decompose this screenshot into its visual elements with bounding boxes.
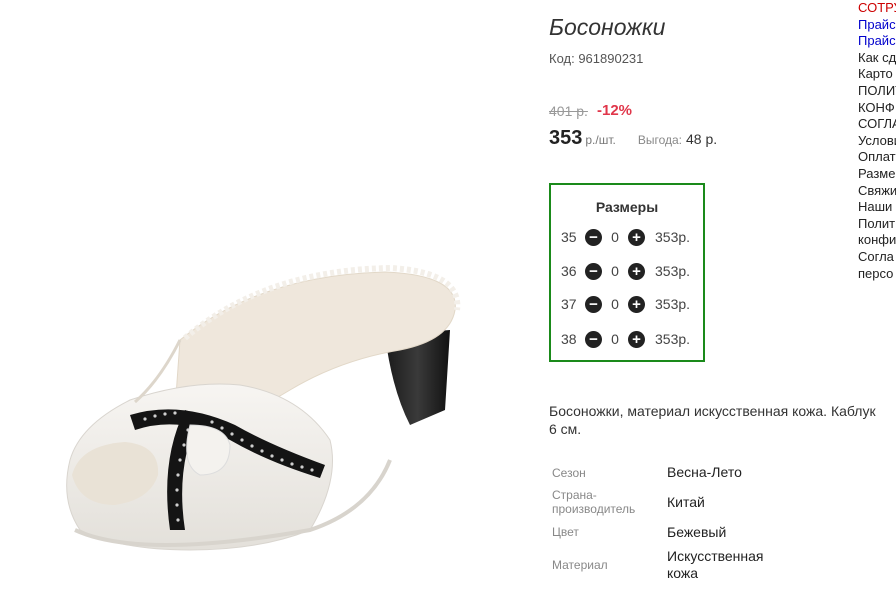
- size-row: 38 − 0 + 353р.: [561, 329, 690, 349]
- benefit-label: Выгода:: [637, 133, 683, 147]
- size-number: 36: [561, 263, 577, 279]
- plus-circle-icon[interactable]: +: [628, 228, 645, 246]
- sidebar-item[interactable]: персо: [858, 266, 896, 283]
- spec-key: Материал: [552, 558, 608, 572]
- spec-key: Сезон: [552, 466, 586, 480]
- spec-key: Цвет: [552, 525, 579, 539]
- size-quantity: 0: [611, 229, 619, 245]
- spec-value: Китай: [667, 494, 705, 510]
- size-row: 36 − 0 + 353р.: [561, 261, 690, 281]
- sidebar-item[interactable]: ПОЛИТ: [858, 83, 896, 100]
- size-price: 353р.: [655, 296, 691, 312]
- old-price: 401 р.: [549, 103, 588, 119]
- size-number: 38: [561, 331, 577, 347]
- sidebar-item[interactable]: Свяжи: [858, 183, 896, 200]
- product-title: Босоножки: [549, 14, 666, 40]
- spec-value: Весна-Лето: [667, 464, 742, 480]
- product-image: [66, 264, 461, 551]
- spec-key: Страна-производитель: [552, 488, 636, 516]
- sidebar-item[interactable]: СОТРУ: [858, 0, 896, 17]
- sidebar-item[interactable]: Прайс: [858, 33, 896, 50]
- plus-circle-icon[interactable]: +: [628, 295, 645, 313]
- minus-circle-icon[interactable]: −: [585, 295, 602, 313]
- sidebar-item[interactable]: Разме: [858, 166, 896, 183]
- sidebar-menu: СОТРУ Прайс Прайс Как сд Карто ПОЛИТ КОН…: [858, 0, 896, 282]
- sidebar-item[interactable]: СОГЛА: [858, 116, 896, 133]
- spec-value: Искусственная кожа: [667, 548, 764, 581]
- plus-circle-icon[interactable]: +: [628, 330, 645, 348]
- size-quantity: 0: [611, 263, 619, 279]
- size-price: 353р.: [655, 263, 691, 279]
- sizes-panel: Размеры 35 − 0 + 353р. 36 − 0 + 353р. 37…: [549, 183, 705, 362]
- sidebar-item[interactable]: КОНФ: [858, 100, 896, 117]
- sidebar-item[interactable]: Оплат: [858, 149, 896, 166]
- sizes-title: Размеры: [595, 199, 659, 215]
- sidebar-item[interactable]: Как сд: [858, 50, 896, 67]
- current-price: 353: [549, 127, 583, 149]
- price-unit: р./шт.: [585, 133, 616, 147]
- minus-circle-icon[interactable]: −: [585, 262, 602, 280]
- price-row: 353 р./шт. Выгода: 48 р.: [549, 127, 717, 150]
- sidebar-item[interactable]: Прайс: [858, 17, 896, 34]
- product-description: Босоножки, материал искусственная кожа. …: [549, 403, 876, 437]
- minus-circle-icon[interactable]: −: [585, 228, 602, 246]
- benefit-value: 48 р.: [686, 131, 718, 147]
- sidebar-item[interactable]: Наши: [858, 199, 896, 216]
- size-quantity: 0: [611, 296, 619, 312]
- size-number: 35: [561, 229, 577, 245]
- size-price: 353р.: [655, 229, 691, 245]
- discount-badge: -12%: [597, 102, 633, 119]
- minus-circle-icon[interactable]: −: [585, 330, 602, 348]
- sidebar-item[interactable]: Услови: [858, 133, 896, 150]
- sidebar-item[interactable]: Полит: [858, 216, 896, 233]
- size-number: 37: [561, 296, 577, 312]
- size-quantity: 0: [611, 331, 619, 347]
- spec-value: Бежевый: [667, 524, 727, 540]
- size-price: 353р.: [655, 331, 691, 347]
- sidebar-item[interactable]: Карто: [858, 66, 896, 83]
- sidebar-item[interactable]: конфи: [858, 232, 896, 249]
- plus-circle-icon[interactable]: +: [628, 262, 645, 280]
- size-row: 35 − 0 + 353р.: [561, 227, 690, 247]
- product-code: Код: 961890231: [549, 51, 644, 66]
- sidebar-item[interactable]: Согла: [858, 249, 896, 266]
- size-row: 37 − 0 + 353р.: [561, 294, 690, 314]
